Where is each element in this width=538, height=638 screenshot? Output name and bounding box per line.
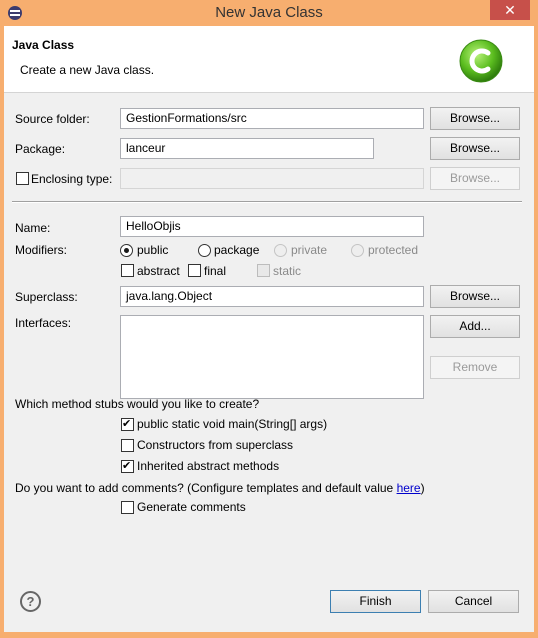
header-panel: [4, 26, 534, 93]
remove-interface-button[interactable]: Remove: [430, 356, 520, 379]
finish-button[interactable]: Finish: [330, 590, 421, 613]
static-checkbox[interactable]: [257, 264, 270, 277]
abstract-checkbox[interactable]: [121, 264, 134, 277]
modifier-package-radio[interactable]: [198, 244, 211, 257]
enclosing-type-label: Enclosing type:: [31, 172, 113, 186]
cancel-button[interactable]: Cancel: [428, 590, 519, 613]
constructors-label: Constructors from superclass: [137, 438, 294, 452]
source-folder-label: Source folder:: [15, 112, 90, 126]
abstract-label: abstract: [137, 264, 180, 278]
final-checkbox[interactable]: [188, 264, 201, 277]
comments-question-text: Do you want to add comments? (Configure …: [15, 481, 397, 495]
interfaces-label: Interfaces:: [15, 316, 72, 330]
superclass-label: Superclass:: [15, 290, 78, 304]
enclosing-type-checkbox[interactable]: [16, 172, 29, 185]
inherited-methods-checkbox[interactable]: [121, 459, 134, 473]
java-class-logo-icon: [459, 39, 503, 83]
header-title: Java Class: [12, 38, 75, 52]
modifier-public-radio[interactable]: [120, 244, 133, 257]
stubs-question: Which method stubs would you like to cre…: [15, 397, 260, 411]
header-description: Create a new Java class.: [20, 63, 155, 77]
superclass-browse-button[interactable]: Browse...: [430, 285, 520, 308]
enclosing-type-input[interactable]: [120, 168, 424, 189]
static-label: static: [273, 264, 302, 278]
package-input[interactable]: lanceur: [120, 138, 374, 159]
superclass-input[interactable]: java.lang.Object: [120, 286, 424, 307]
generate-comments-label: Generate comments: [137, 500, 246, 514]
close-button[interactable]: ✕: [490, 0, 530, 20]
inherited-methods-label: Inherited abstract methods: [137, 459, 280, 473]
add-interface-button[interactable]: Add...: [430, 315, 520, 338]
package-label: Package:: [15, 142, 66, 156]
comments-question-close: ): [420, 481, 425, 495]
comments-question: Do you want to add comments? (Configure …: [15, 481, 425, 495]
constructors-checkbox[interactable]: [121, 439, 134, 452]
main-method-checkbox[interactable]: [121, 417, 134, 431]
name-label: Name:: [15, 221, 51, 235]
interfaces-list[interactable]: [120, 315, 424, 399]
modifier-protected-radio[interactable]: [351, 244, 364, 257]
modifier-public-label: public: [137, 243, 169, 257]
source-folder-browse-button[interactable]: Browse...: [430, 107, 520, 130]
modifier-private-label: private: [291, 243, 328, 257]
modifiers-label: Modifiers:: [15, 243, 68, 257]
configure-templates-link[interactable]: here: [397, 481, 421, 495]
window-title: New Java Class: [215, 4, 323, 21]
enclosing-type-browse-button[interactable]: Browse...: [430, 167, 520, 190]
modifier-private-radio[interactable]: [274, 244, 287, 257]
generate-comments-checkbox[interactable]: [121, 501, 134, 514]
separator: [12, 201, 522, 203]
source-folder-input[interactable]: GestionFormations/src: [120, 108, 424, 129]
name-input[interactable]: HelloObjis: [120, 216, 424, 237]
modifier-protected-label: protected: [368, 243, 419, 257]
final-label: final: [204, 264, 227, 278]
main-method-label: public static void main(String[] args): [137, 417, 328, 431]
help-icon[interactable]: ?: [20, 591, 41, 612]
modifier-package-label: package: [214, 243, 260, 257]
package-browse-button[interactable]: Browse...: [430, 137, 520, 160]
